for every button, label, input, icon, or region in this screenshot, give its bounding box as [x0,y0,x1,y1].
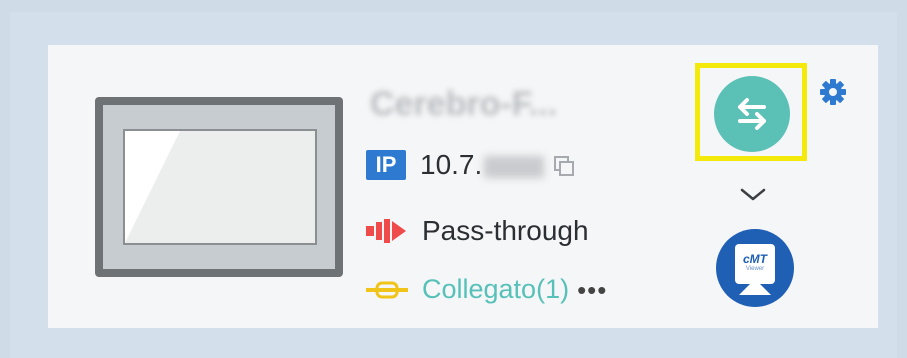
device-name: Cerebro-F... [370,85,558,123]
status-row: Collegato(1) ••• [366,274,607,305]
mode-label: Pass-through [422,215,589,246]
more-icon[interactable]: ••• [577,277,607,303]
ip-address-redacted [484,155,545,178]
screen-shine [125,131,180,243]
upload-arrow-icon [739,279,771,295]
device-bezel [103,105,335,269]
device-screen [123,129,317,245]
ip-badge: IP [366,150,406,180]
chevron-down-icon[interactable] [738,185,768,203]
link-icon [366,281,408,298]
device-thumbnail[interactable] [95,97,343,277]
copy-icon-front [559,161,575,176]
connection-status-link[interactable]: Collegato(1) [422,274,569,305]
mode-row: Pass-through [366,215,589,247]
cmt-label: cMT [743,252,767,266]
cmt-viewer-icon: cMT Viewer [735,244,775,284]
ip-row: IP 10.7. [366,149,575,181]
copy-icon[interactable] [554,156,575,176]
gear-icon[interactable] [818,77,848,107]
ip-address-visible: 10.7. [420,149,483,180]
ip-address: 10.7. [420,149,545,181]
cmt-viewer-button[interactable]: cMT Viewer [716,229,794,307]
swap-button[interactable] [714,76,790,152]
device-card: Cerebro-F... IP 10.7. Pass-through Colle… [48,45,878,328]
pass-through-icon [366,219,406,243]
cmt-sublabel: Viewer [745,266,765,272]
swap-arrows-icon [738,98,766,130]
